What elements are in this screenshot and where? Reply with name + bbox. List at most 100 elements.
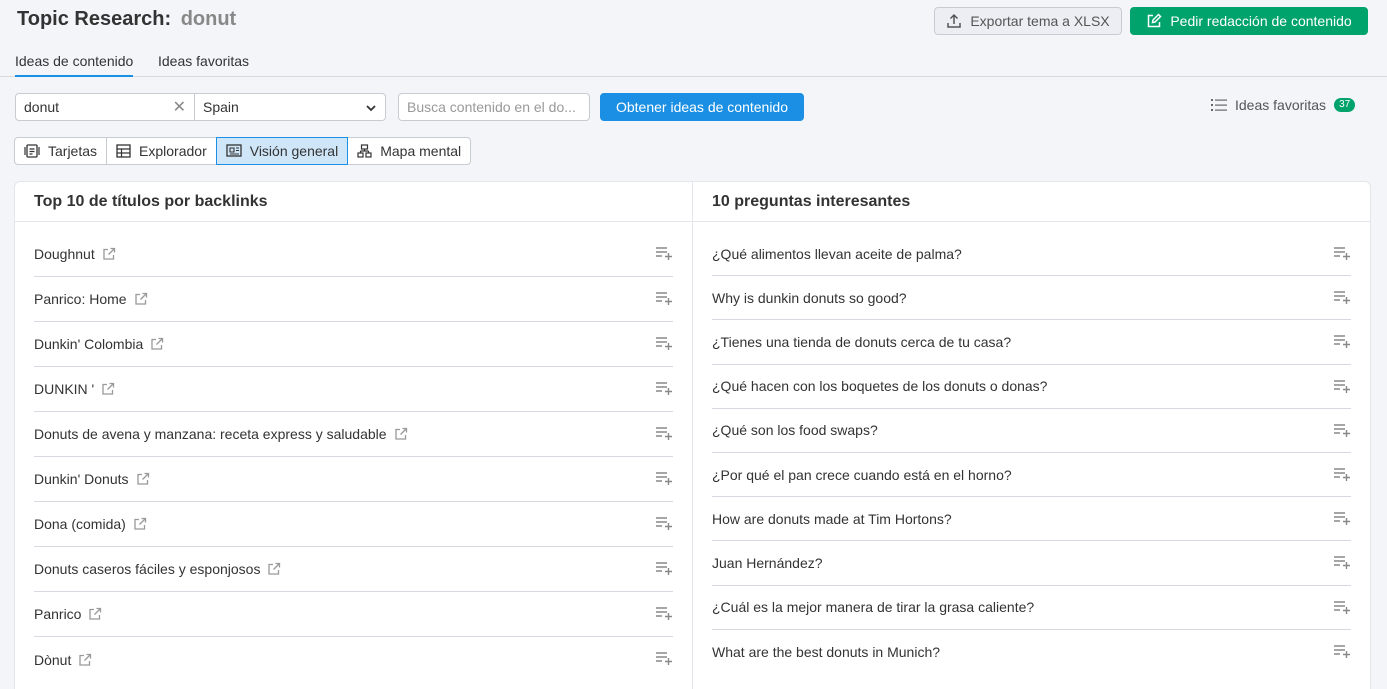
add-to-favorites-icon[interactable] <box>656 651 673 668</box>
add-to-favorites-icon[interactable] <box>1334 644 1351 661</box>
add-to-favorites-icon[interactable] <box>1334 423 1351 440</box>
list-icon <box>1211 99 1227 111</box>
table-icon <box>116 144 131 158</box>
page-title: Topic Research: donut <box>17 8 236 31</box>
external-link-icon[interactable] <box>133 517 147 531</box>
list-item: How are donuts made at Tim Hortons? <box>712 497 1351 542</box>
view-mindmap-label: Mapa mental <box>380 143 462 159</box>
title-link[interactable]: Panrico <box>34 606 81 622</box>
list-item: Donuts caseros fáciles y esponjosos <box>34 547 673 592</box>
title-link[interactable]: Donuts caseros fáciles y esponjosos <box>34 561 260 577</box>
add-to-favorites-icon[interactable] <box>1334 600 1351 617</box>
list-item: ¿Por qué el pan crece cuando está en el … <box>712 453 1351 498</box>
add-to-favorites-icon[interactable] <box>656 516 673 533</box>
top-titles-heading: Top 10 de títulos por backlinks <box>15 182 692 222</box>
title-link[interactable]: Doughnut <box>34 246 95 262</box>
topic-search-input[interactable]: donut ✕ <box>15 93 195 121</box>
list-item: Panrico: Home <box>34 277 673 322</box>
external-link-icon[interactable] <box>394 427 408 441</box>
question-text: How are donuts made at Tim Hortons? <box>712 510 952 527</box>
page-header: Topic Research: donut Exportar tema a XL… <box>0 0 1387 42</box>
add-to-favorites-icon[interactable] <box>656 471 673 488</box>
external-link-icon[interactable] <box>267 562 281 576</box>
page-title-query: donut <box>180 8 237 30</box>
external-link-icon[interactable] <box>136 472 150 486</box>
title-link[interactable]: Donuts de avena y manzana: receta expres… <box>34 426 387 442</box>
add-to-favorites-icon[interactable] <box>656 246 673 263</box>
external-link-icon[interactable] <box>101 382 115 396</box>
add-to-favorites-icon[interactable] <box>1334 334 1351 351</box>
tab-content-ideas[interactable]: Ideas de contenido <box>15 53 134 77</box>
mindmap-icon <box>357 144 372 158</box>
export-xlsx-label: Exportar tema a XLSX <box>970 13 1110 29</box>
page-title-label: Topic Research: <box>17 8 172 30</box>
add-to-favorites-icon[interactable] <box>1334 555 1351 572</box>
add-to-favorites-icon[interactable] <box>656 291 673 308</box>
question-text: ¿Qué hacen con los boquetes de los donut… <box>712 378 1048 395</box>
add-to-favorites-icon[interactable] <box>1334 246 1351 263</box>
list-item: DUNKIN ' <box>34 367 673 412</box>
interesting-questions-heading: 10 preguntas interesantes <box>693 182 1370 222</box>
list-item: Doughnut <box>34 232 673 277</box>
add-to-favorites-icon[interactable] <box>1334 290 1351 307</box>
list-item: ¿Qué hacen con los boquetes de los donut… <box>712 365 1351 409</box>
view-overview-button[interactable]: Visión general <box>215 137 349 165</box>
content-search-placeholder: Busca contenido en el do... <box>407 99 576 115</box>
list-item: Dunkin' Colombia <box>34 322 673 367</box>
tab-favorite-ideas[interactable]: Ideas favoritas <box>158 53 249 75</box>
list-item: ¿Cuál es la mejor manera de tirar la gra… <box>712 586 1351 630</box>
list-item: ¿Qué son los food swaps? <box>712 409 1351 453</box>
favorites-count-badge: 37 <box>1334 98 1356 112</box>
list-item: Dònut <box>34 637 673 682</box>
main-tabs: Ideas de contenido Ideas favoritas <box>0 42 1387 77</box>
list-item: Panrico <box>34 592 673 637</box>
view-explorer-label: Explorador <box>139 143 207 159</box>
external-link-icon[interactable] <box>134 292 148 306</box>
question-text: ¿Qué alimentos llevan aceite de palma? <box>712 245 962 262</box>
external-link-icon[interactable] <box>150 337 164 351</box>
list-item: Why is dunkin donuts so good? <box>712 276 1351 321</box>
interesting-questions-panel: 10 preguntas interesantes ¿Qué alimentos… <box>692 181 1371 689</box>
view-cards-label: Tarjetas <box>48 143 98 159</box>
cards-icon <box>24 144 40 158</box>
export-xlsx-button[interactable]: Exportar tema a XLSX <box>934 7 1122 35</box>
title-link[interactable]: Panrico: Home <box>34 291 127 307</box>
title-link[interactable]: Dunkin' Colombia <box>34 336 143 352</box>
get-ideas-button[interactable]: Obtener ideas de contenido <box>600 93 804 121</box>
add-to-favorites-icon[interactable] <box>656 381 673 398</box>
add-to-favorites-icon[interactable] <box>1334 467 1351 484</box>
view-explorer-button[interactable]: Explorador <box>106 137 217 165</box>
title-link[interactable]: Dònut <box>34 652 71 668</box>
overview-icon <box>226 144 242 157</box>
list-item: Juan Hernández? <box>712 541 1351 586</box>
view-overview-label: Visión general <box>249 143 339 159</box>
list-item: Donuts de avena y manzana: receta expres… <box>34 412 673 457</box>
top-titles-panel: Top 10 de títulos por backlinks Doughnut… <box>14 181 693 689</box>
question-text: ¿Qué son los food swaps? <box>712 422 878 439</box>
add-to-favorites-icon[interactable] <box>656 426 673 443</box>
list-item: ¿Qué alimentos llevan aceite de palma? <box>712 232 1351 277</box>
add-to-favorites-icon[interactable] <box>656 606 673 623</box>
title-link[interactable]: Dunkin' Donuts <box>34 471 129 487</box>
external-link-icon[interactable] <box>102 247 116 261</box>
add-to-favorites-icon[interactable] <box>656 336 673 353</box>
view-mindmap-button[interactable]: Mapa mental <box>347 137 472 165</box>
country-select[interactable]: Spain <box>194 93 386 121</box>
add-to-favorites-icon[interactable] <box>1334 379 1351 396</box>
title-link[interactable]: DUNKIN ' <box>34 381 94 397</box>
external-link-icon[interactable] <box>78 653 92 667</box>
upload-icon <box>947 13 962 28</box>
view-cards-button[interactable]: Tarjetas <box>14 137 108 165</box>
add-to-favorites-icon[interactable] <box>656 561 673 578</box>
question-text: What are the best donuts in Munich? <box>712 643 941 660</box>
clear-icon[interactable]: ✕ <box>173 97 186 117</box>
add-to-favorites-icon[interactable] <box>1334 511 1351 528</box>
external-link-icon[interactable] <box>88 607 102 621</box>
favorite-ideas-link[interactable]: Ideas favoritas 37 <box>1211 97 1356 113</box>
order-content-button[interactable]: Pedir redacción de contenido <box>1130 7 1368 35</box>
content-search-input[interactable]: Busca contenido en el do... <box>398 93 590 121</box>
list-item: ¿Tienes una tienda de donuts cerca de tu… <box>712 320 1351 365</box>
top-titles-list: Doughnut Panrico: Home Dunkin' Colombia … <box>15 222 692 682</box>
title-link[interactable]: Dona (comida) <box>34 516 126 532</box>
favorite-ideas-label: Ideas favoritas <box>1235 97 1327 113</box>
